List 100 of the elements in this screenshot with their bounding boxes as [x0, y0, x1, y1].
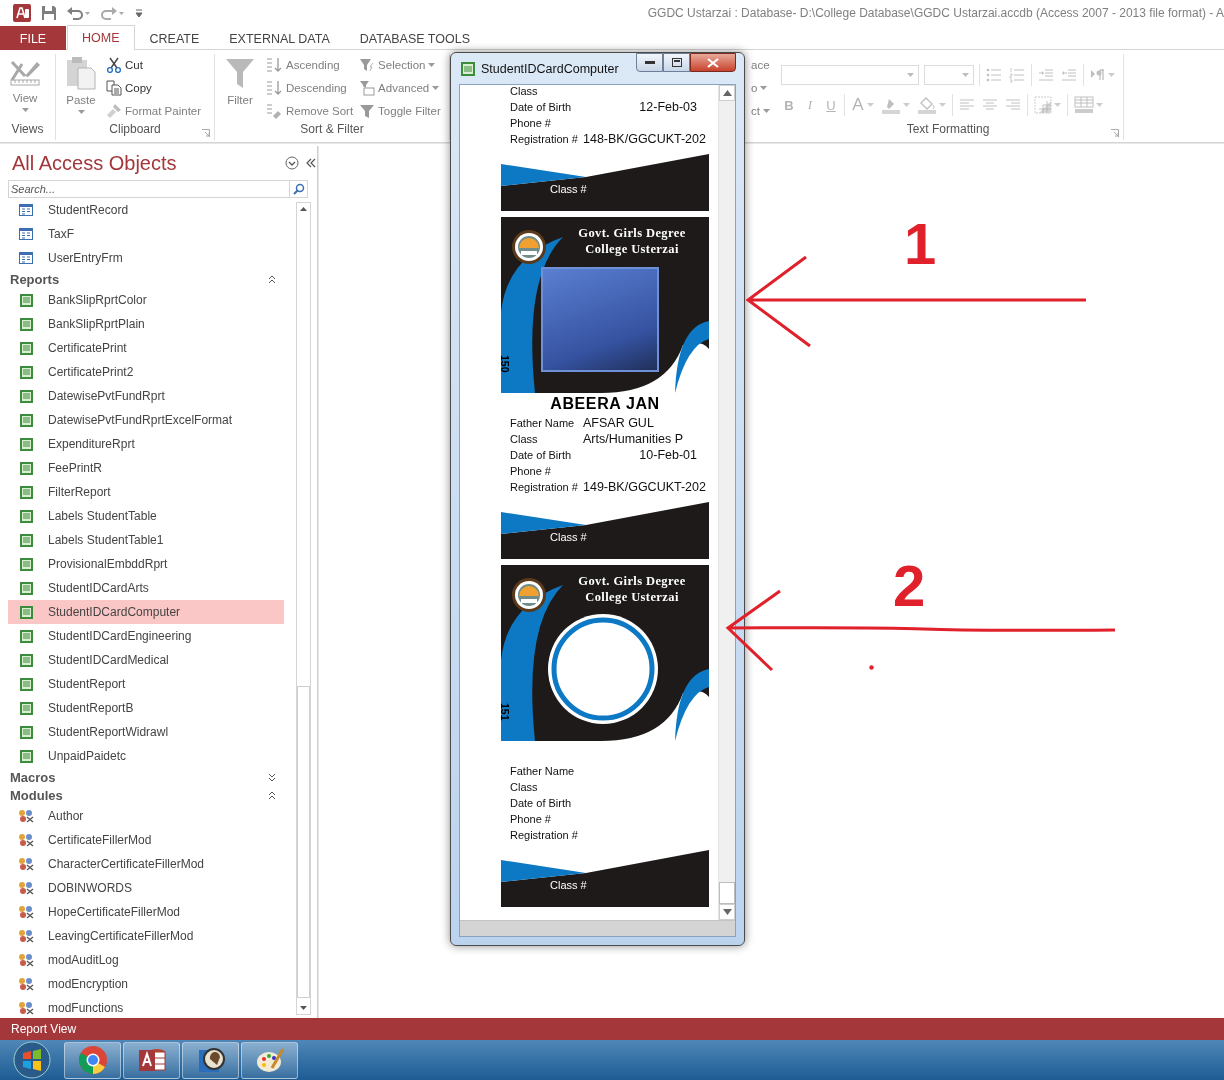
module-icon [18, 1001, 34, 1015]
navigation-item[interactable]: UserEntryFrm [8, 246, 284, 270]
field-label: Father Name [510, 417, 576, 429]
report-icon [19, 413, 33, 427]
report-icon [19, 677, 33, 691]
navigation-item[interactable]: DOBINWORDS [8, 876, 284, 900]
report-icon [19, 509, 33, 523]
app-logo-icon[interactable] [13, 3, 31, 22]
ribbon-tab[interactable]: DATABASE TOOLS [344, 26, 485, 50]
navigation-item[interactable]: modFunctions [8, 996, 284, 1018]
group-label: Views [11, 122, 44, 136]
annotation-dot [869, 665, 874, 670]
navigation-item[interactable]: ProvisionalEmbddRprt [8, 552, 284, 576]
minimize-button[interactable] [636, 53, 663, 72]
expand-chevron-icon[interactable] [268, 772, 276, 782]
navigation-item[interactable]: DatewisePvtFundRprtExcelFormat [8, 408, 284, 432]
navigation-item[interactable]: Labels StudentTable [8, 504, 284, 528]
dialog-launcher-icon[interactable] [202, 129, 210, 137]
taskbar-button[interactable] [241, 1041, 298, 1079]
navigation-item[interactable]: modAuditLog [8, 948, 284, 972]
navigation-item[interactable]: CertificateFillerMod [8, 828, 284, 852]
navigation-item[interactable]: BankSlipRprtColor [8, 288, 284, 312]
navigation-item[interactable]: FilterReport [8, 480, 284, 504]
navigation-item[interactable]: StudentReportWidrawl [8, 720, 284, 744]
collapse-chevron-icon[interactable] [268, 274, 276, 284]
navigation-item[interactable]: Labels StudentTable1 [8, 528, 284, 552]
navigation-item[interactable]: modEncryption [8, 972, 284, 996]
ribbon-tab[interactable]: EXTERNAL DATA [214, 26, 345, 50]
search-field[interactable]: Search... [8, 180, 290, 198]
window-title: GGDC Ustarzai : Database- D:\College Database\GGDC Ustarzai.accdb (Access 2007 - 2013 file format) - A [647, 5, 1224, 20]
sort-descending-icon [265, 80, 283, 96]
navigation-item[interactable]: LeavingCertificateFillerMod [8, 924, 284, 948]
highlighter-icon [881, 96, 901, 114]
report-icon [19, 365, 33, 379]
group-label: Text Formatting [906, 122, 990, 136]
navigation-item[interactable]: FeePrintR [8, 456, 284, 480]
group-header[interactable]: Reports [8, 270, 284, 288]
navigation-item[interactable]: StudentIDCardComputer [8, 600, 284, 624]
group-title: Reports [10, 271, 60, 287]
scroll-thumb[interactable] [719, 882, 735, 904]
navigation-item[interactable]: Author [8, 804, 284, 828]
save-icon[interactable] [41, 4, 57, 21]
navigation-item[interactable]: BankSlipRprtPlain [8, 312, 284, 336]
navigation-item[interactable]: DatewisePvtFundRprt [8, 384, 284, 408]
scrollbar[interactable] [718, 85, 735, 920]
scroll-up-icon[interactable] [722, 90, 732, 96]
annotation-number: 2 [893, 557, 926, 615]
start-button[interactable] [12, 1040, 52, 1080]
customize-menu-icon[interactable] [135, 7, 143, 18]
redo-icon[interactable] [101, 5, 125, 20]
taskbar-button[interactable] [182, 1041, 239, 1079]
scroll-down-icon[interactable] [722, 909, 732, 915]
group-header[interactable]: Modules [8, 786, 284, 804]
college-logo-icon [511, 577, 547, 613]
dialog-launcher-icon[interactable] [1111, 129, 1119, 137]
field-value: 12-Feb-03 [639, 100, 698, 114]
navigation-item[interactable]: CharacterCertificateFillerMod [8, 852, 284, 876]
funnel-grid-icon [359, 80, 376, 96]
file-tab[interactable]: FILE [0, 26, 66, 50]
align-center-icon [982, 97, 998, 113]
module-icon [18, 857, 34, 871]
navigation-item[interactable]: StudentRecord [8, 198, 284, 222]
navigation-item[interactable]: CertificatePrint [8, 336, 284, 360]
scrollbar[interactable] [296, 202, 311, 1015]
close-button[interactable] [690, 53, 736, 72]
navigation-item[interactable]: HopeCertificateFillerMod [8, 900, 284, 924]
navigation-item[interactable]: StudentReport [8, 672, 284, 696]
navigation-item[interactable]: StudentReportB [8, 696, 284, 720]
restore-button[interactable] [663, 53, 690, 72]
navigation-item[interactable]: CertificatePrint2 [8, 360, 284, 384]
ribbon-tab[interactable]: CREATE [134, 26, 215, 50]
scroll-thumb[interactable] [297, 686, 310, 998]
bullet-list-icon [986, 67, 1002, 83]
field-value: AFSAR GUL [583, 416, 655, 430]
taskbar-button[interactable] [123, 1041, 180, 1079]
report-icon [19, 581, 33, 595]
module-icon [18, 953, 34, 967]
group-label: Clipboard [109, 122, 161, 136]
navigation-item[interactable]: StudentIDCardArts [8, 576, 284, 600]
navigation-item[interactable]: TaxF [8, 222, 284, 246]
navigation-pane-title: All Access Objects [11, 151, 178, 175]
search-button[interactable] [290, 180, 308, 198]
minimize-icon [644, 60, 655, 65]
dropdown-circle-icon[interactable] [285, 156, 299, 170]
navigation-item[interactable]: UnpaidPaidetc [8, 744, 284, 768]
ribbon-tab[interactable]: HOME [67, 25, 135, 50]
navigation-item[interactable]: StudentIDCardMedical [8, 648, 284, 672]
undo-icon[interactable] [67, 5, 91, 20]
cut-button[interactable]: Cut [105, 54, 144, 76]
report-icon [19, 389, 33, 403]
copy-button[interactable]: Copy [105, 77, 153, 99]
collapse-chevron-icon[interactable] [268, 790, 276, 800]
group-header[interactable]: Macros [8, 768, 284, 786]
restore-icon [671, 58, 682, 67]
collapse-pane-icon[interactable] [305, 157, 317, 169]
report-icon [19, 701, 33, 715]
navigation-item[interactable]: StudentIDCardEngineering [8, 624, 284, 648]
navigation-item[interactable]: ExpenditureRprt [8, 432, 284, 456]
field-label: Registration # [510, 829, 579, 841]
numbered-list-icon [1009, 67, 1025, 83]
